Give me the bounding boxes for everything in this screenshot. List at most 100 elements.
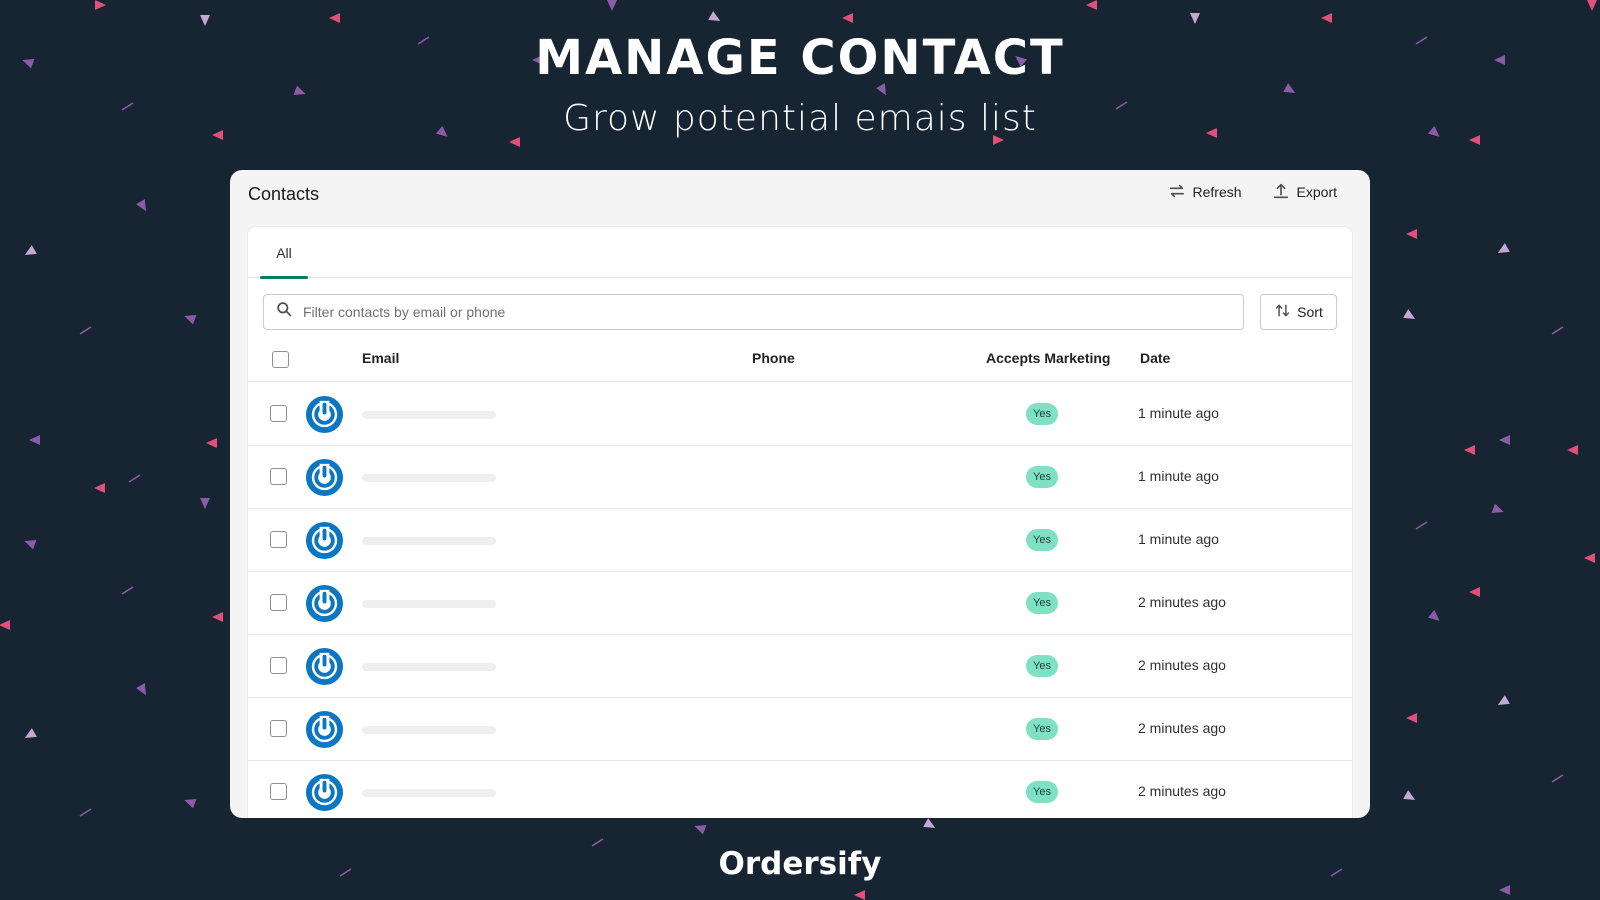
confetti-triangle [1584, 553, 1595, 563]
table-header: Email Phone Accepts Marketing Date [248, 337, 1352, 382]
select-all-checkbox[interactable] [272, 351, 289, 368]
accepts-marketing-badge: Yes [1026, 529, 1058, 551]
date-cell: 2 minutes ago [1138, 720, 1226, 736]
avatar-icon [305, 584, 344, 623]
confetti-triangle [708, 11, 721, 21]
confetti-triangle [1567, 445, 1578, 455]
column-header-email[interactable]: Email [362, 350, 399, 366]
sort-label: Sort [1297, 304, 1323, 320]
email-placeholder [362, 537, 496, 545]
confetti-streak [79, 326, 92, 335]
confetti-triangle [329, 13, 340, 23]
filter-row: Sort [263, 294, 1337, 330]
confetti-triangle [1464, 445, 1475, 455]
confetti-triangle [293, 85, 306, 95]
confetti-triangle [607, 0, 617, 11]
contacts-card: All Sort Email [248, 227, 1352, 818]
confetti-triangle [1587, 0, 1597, 11]
refresh-label: Refresh [1192, 184, 1242, 200]
table-row[interactable]: Yes 1 minute ago [248, 446, 1352, 509]
confetti-triangle [136, 683, 146, 696]
avatar-icon [305, 773, 344, 812]
confetti-streak [1551, 774, 1564, 783]
confetti-triangle [1190, 13, 1200, 24]
confetti-triangle [184, 315, 197, 325]
sort-icon [1274, 302, 1291, 322]
email-placeholder [362, 726, 496, 734]
confetti-streak [591, 838, 604, 847]
confetti-triangle [923, 818, 936, 828]
search-icon [276, 301, 293, 323]
email-placeholder [362, 474, 496, 482]
row-checkbox[interactable] [270, 720, 287, 737]
confetti-triangle [1086, 0, 1097, 10]
export-icon [1272, 182, 1290, 203]
table-row[interactable]: Yes 2 minutes ago [248, 698, 1352, 761]
table-row[interactable]: Yes 1 minute ago [248, 509, 1352, 572]
column-header-phone[interactable]: Phone [752, 350, 795, 366]
table-row[interactable]: Yes 1 minute ago [248, 383, 1352, 446]
row-checkbox[interactable] [270, 405, 287, 422]
avatar-icon [305, 458, 344, 497]
confetti-triangle [0, 620, 10, 630]
avatar-icon [305, 710, 344, 749]
accepts-marketing-badge: Yes [1026, 655, 1058, 677]
confetti-triangle [24, 540, 37, 550]
brand-logo-text: Ordersify [718, 846, 882, 882]
confetti-triangle [95, 0, 106, 10]
confetti-triangle [1321, 13, 1332, 23]
confetti-triangle [1497, 695, 1510, 705]
confetti-triangle [200, 498, 210, 509]
table-row[interactable]: Yes 2 minutes ago [248, 635, 1352, 698]
export-button[interactable]: Export [1272, 182, 1337, 202]
confetti-streak [79, 808, 92, 817]
confetti-triangle [1427, 609, 1440, 621]
row-checkbox[interactable] [270, 468, 287, 485]
confetti-triangle [206, 438, 217, 448]
accepts-marketing-badge: Yes [1026, 466, 1058, 488]
accepts-marketing-badge: Yes [1026, 718, 1058, 740]
table-row[interactable]: Yes 2 minutes ago [248, 761, 1352, 818]
confetti-triangle [1403, 309, 1416, 319]
search-input[interactable] [303, 304, 1243, 320]
row-checkbox[interactable] [270, 783, 287, 800]
refresh-button[interactable]: Refresh [1168, 182, 1242, 202]
page-title: Contacts [248, 184, 320, 204]
email-placeholder [362, 411, 496, 419]
avatar-icon [305, 395, 344, 434]
confetti-triangle [1406, 713, 1417, 723]
confetti-triangle [1497, 243, 1510, 253]
row-checkbox[interactable] [270, 594, 287, 611]
email-placeholder [362, 600, 496, 608]
table-row[interactable]: Yes 2 minutes ago [248, 572, 1352, 635]
date-cell: 1 minute ago [1138, 531, 1219, 547]
row-checkbox[interactable] [270, 531, 287, 548]
confetti-triangle [24, 245, 37, 255]
confetti-triangle [1469, 587, 1480, 597]
column-header-accepts-marketing[interactable]: Accepts Marketing [986, 350, 1110, 366]
date-cell: 1 minute ago [1138, 468, 1219, 484]
confetti-triangle [1499, 435, 1510, 445]
confetti-triangle [1406, 229, 1417, 239]
search-field[interactable] [263, 294, 1244, 330]
row-checkbox[interactable] [270, 657, 287, 674]
avatar-icon [305, 521, 344, 560]
confetti-triangle [94, 483, 105, 493]
contacts-window: Contacts Refresh Export All Filter conta… [230, 170, 1370, 818]
email-placeholder [362, 789, 496, 797]
confetti-streak [1415, 521, 1428, 530]
confetti-triangle [1491, 503, 1504, 513]
confetti-triangle [29, 435, 40, 445]
export-label: Export [1296, 184, 1337, 200]
header-actions: Refresh Export [1168, 182, 1337, 202]
accepts-marketing-badge: Yes [1026, 403, 1058, 425]
column-header-date[interactable]: Date [1140, 350, 1170, 366]
confetti-triangle [854, 890, 865, 900]
refresh-icon [1168, 182, 1186, 203]
sort-button[interactable]: Sort [1260, 294, 1337, 330]
tab-all[interactable]: All [260, 227, 308, 279]
confetti-triangle [136, 199, 146, 212]
accepts-marketing-badge: Yes [1026, 592, 1058, 614]
confetti-streak [121, 586, 134, 595]
date-cell: 2 minutes ago [1138, 783, 1226, 799]
